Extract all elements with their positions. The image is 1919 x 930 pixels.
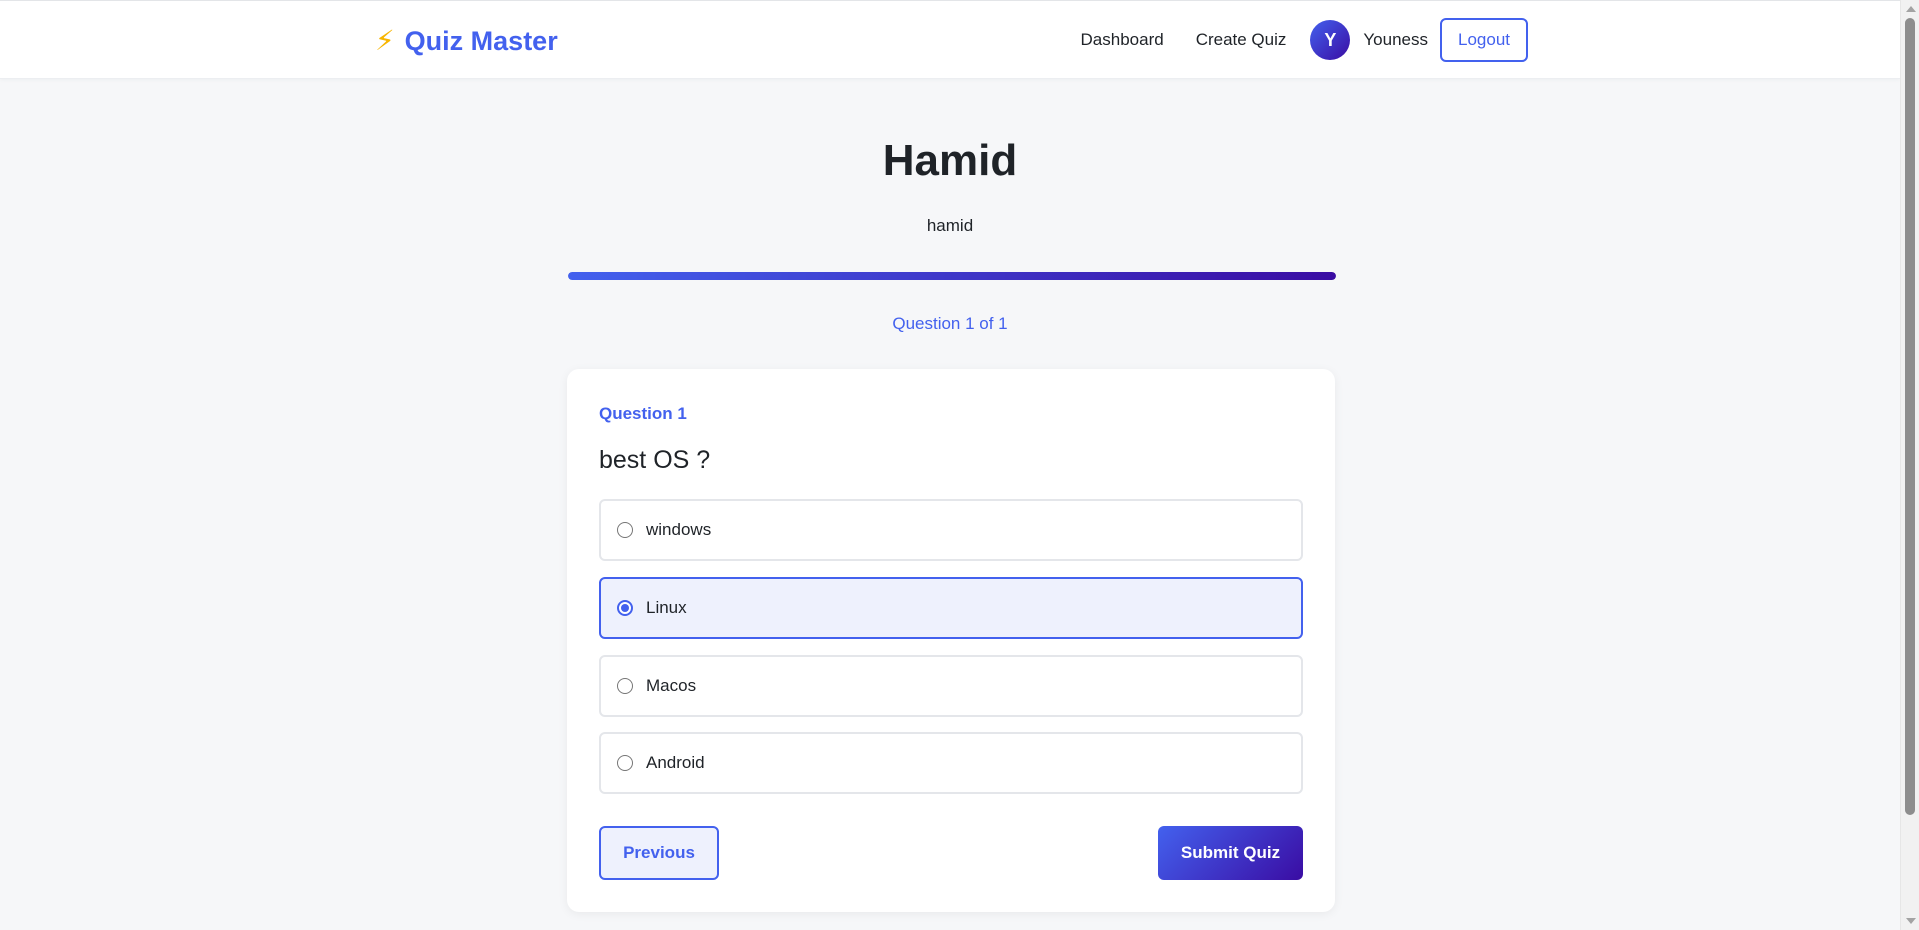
answer-option-label: Linux	[646, 598, 687, 617]
question-counter: Question 1 of 1	[892, 314, 1008, 333]
radio-button[interactable]	[617, 522, 633, 538]
question-card: Question 1 best OS ? windows Linux Macos…	[567, 369, 1335, 912]
answer-option-label: Macos	[646, 676, 697, 695]
vertical-scrollbar[interactable]	[1900, 0, 1919, 930]
answer-option[interactable]: Linux	[599, 577, 1303, 639]
question-text: best OS ?	[599, 446, 711, 474]
navbar: ⚡ Quiz Master Dashboard Create Quiz Y Yo…	[0, 0, 1900, 79]
quiz-title: Hamid	[882, 136, 1018, 185]
nav-menu: Dashboard Create Quiz Y Youness Logout	[1081, 18, 1528, 62]
nav-link-create-quiz[interactable]: Create Quiz	[1196, 30, 1287, 50]
answer-option[interactable]: Android	[599, 732, 1303, 794]
scroll-thumb[interactable]	[1905, 18, 1915, 815]
submit-quiz-button[interactable]: Submit Quiz	[1158, 826, 1303, 880]
question-number-label: Question 1	[599, 404, 687, 423]
page: ⚡ Quiz Master Dashboard Create Quiz Y Yo…	[0, 0, 1919, 930]
bolt-icon: ⚡	[375, 25, 395, 56]
radio-button[interactable]	[617, 678, 633, 694]
logout-button[interactable]: Logout	[1440, 18, 1528, 62]
previous-button[interactable]: Previous	[599, 826, 719, 880]
answer-option-label: windows	[646, 520, 712, 539]
answer-option-label: Android	[646, 753, 705, 772]
answer-option[interactable]: Macos	[599, 655, 1303, 717]
user-avatar[interactable]: Y	[1310, 20, 1351, 60]
quiz-description: hamid	[926, 216, 974, 235]
progress-bar	[568, 272, 1336, 280]
avatar-initial: Y	[1324, 29, 1337, 50]
user-name: Youness	[1363, 30, 1428, 49]
brand-logo[interactable]: ⚡ Quiz Master	[375, 21, 558, 61]
answer-option[interactable]: windows	[599, 499, 1303, 561]
brand-name: Quiz Master	[404, 25, 558, 56]
radio-selected-dot	[621, 604, 629, 612]
radio-button[interactable]	[617, 600, 633, 616]
scroll-up-arrow-icon[interactable]	[1906, 6, 1916, 12]
progress-bar-fill	[568, 272, 1336, 280]
scroll-down-arrow-icon[interactable]	[1906, 918, 1916, 924]
nav-link-dashboard[interactable]: Dashboard	[1081, 30, 1164, 50]
radio-button[interactable]	[617, 755, 633, 771]
